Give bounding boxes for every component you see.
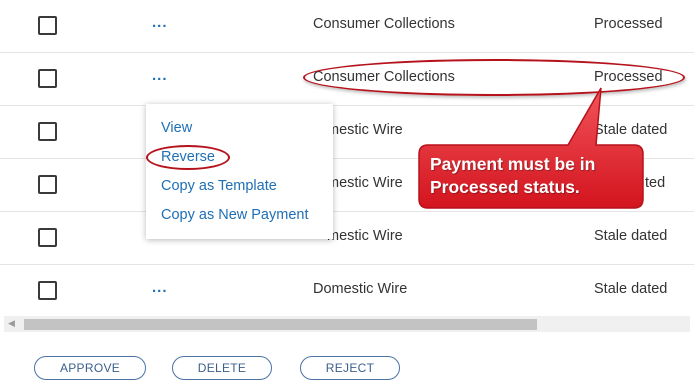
processed-row-highlight [303,59,685,96]
menu-item-copy-as-template[interactable]: Copy as Template [161,178,277,194]
delete-button[interactable]: DELETE [172,356,272,380]
callout-text: Payment must be in Processed status. [430,154,596,197]
row-checkbox[interactable] [38,175,57,194]
row-checkbox[interactable] [38,122,57,141]
table-row: ... Consumer Collections Processed [0,0,694,53]
table-row: mestic Wire Stale dated [0,211,694,265]
payment-type: mestic Wire [327,122,403,138]
payment-status: Processed [594,16,663,32]
payment-status: Stale dated [594,228,668,244]
payment-type: Domestic Wire [313,281,408,297]
row-actions-context-menu: View Reverse Copy as Template Copy as Ne… [146,104,333,239]
payment-status: Stale dated [594,281,668,297]
row-actions-menu-trigger[interactable]: ... [152,67,168,84]
table-row: ... Domestic Wire Stale dated [0,264,694,318]
row-checkbox[interactable] [38,69,57,88]
row-actions-menu-trigger[interactable]: ... [152,14,168,31]
payment-status: Stale dated [594,122,668,138]
menu-item-copy-as-new-payment[interactable]: Copy as New Payment [161,207,308,223]
row-actions-menu-trigger[interactable]: ... [152,279,168,296]
callout-note: Payment must be in Processed status. [418,87,644,209]
reverse-highlight [146,145,230,170]
horizontal-scrollbar[interactable]: ◀ [4,316,690,332]
row-checkbox[interactable] [38,16,57,35]
payment-type: mestic Wire [327,175,403,191]
scrollbar-thumb[interactable] [24,319,537,330]
menu-item-view[interactable]: View [161,120,192,136]
payment-status: ted [645,175,666,191]
bulk-actions-bar: APPROVE DELETE REJECT [0,356,694,382]
payment-type: mestic Wire [327,228,403,244]
row-checkbox[interactable] [38,228,57,247]
scroll-left-arrow-icon[interactable]: ◀ [8,318,15,329]
approve-button[interactable]: APPROVE [34,356,146,380]
row-checkbox[interactable] [38,281,57,300]
reject-button[interactable]: REJECT [300,356,400,380]
payment-type: Consumer Collections [313,16,455,32]
